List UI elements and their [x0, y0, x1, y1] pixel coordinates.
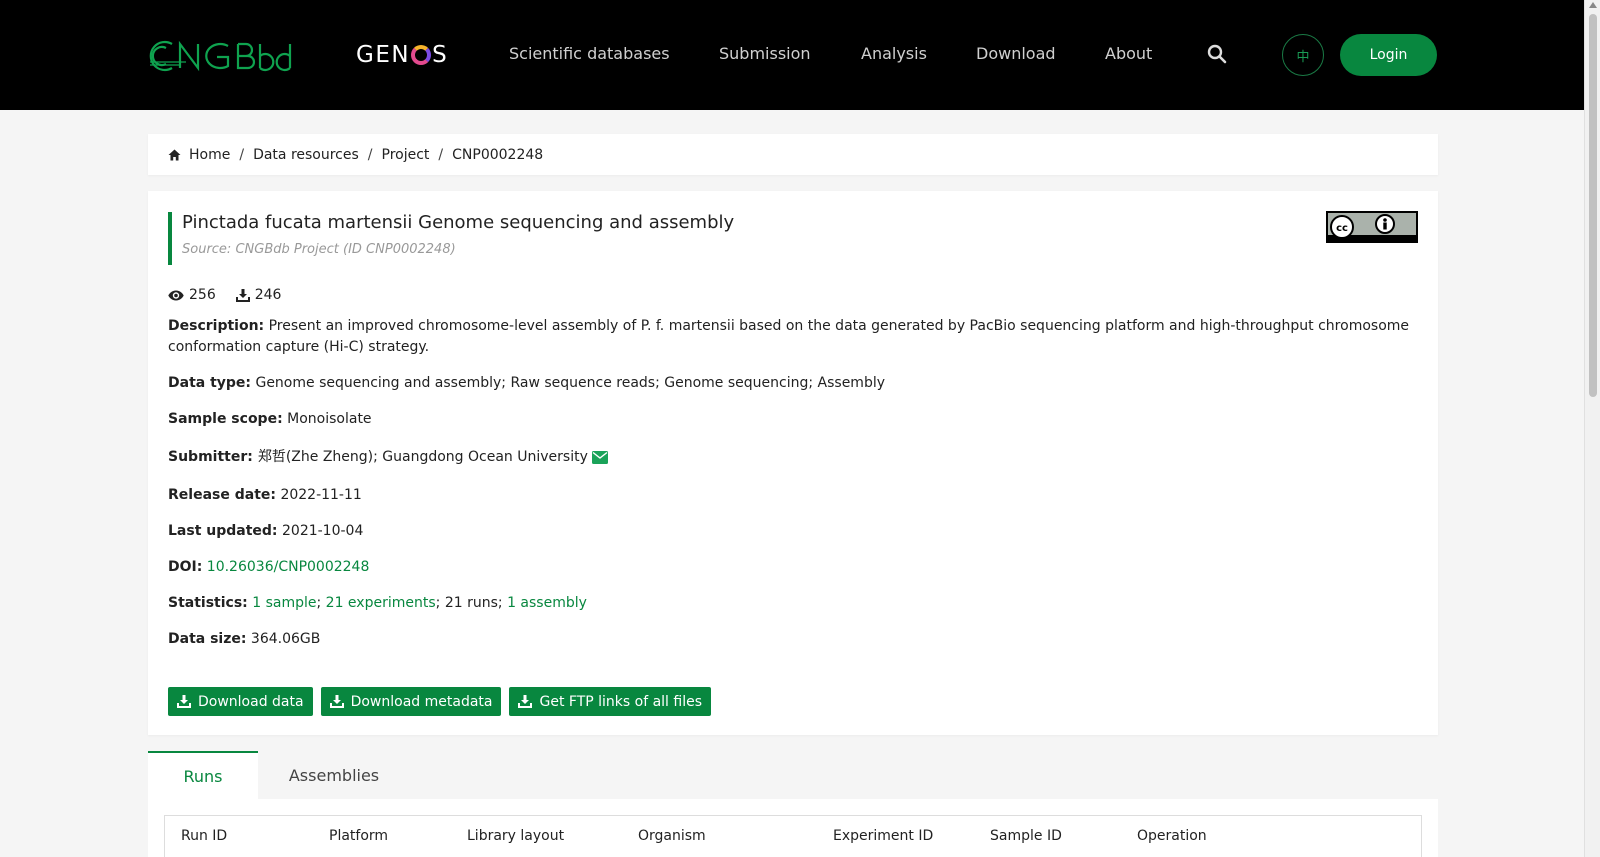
breadcrumb-separator: /: [367, 146, 373, 163]
genos-logo-suffix: S: [432, 42, 449, 68]
page-scrollbar[interactable]: [1584, 0, 1600, 857]
home-icon: [168, 149, 181, 161]
view-count: 256: [168, 287, 216, 303]
release-date-field: Release date: 2022-11-11: [168, 485, 1418, 506]
last-updated-field: Last updated: 2021-10-04: [168, 521, 1418, 542]
cc-by-license-badge[interactable]: cc: [1326, 211, 1418, 243]
data-size-field: Data size: 364.06GB: [168, 629, 1418, 650]
breadcrumb: Home / Data resources / Project / CNP000…: [148, 134, 1438, 175]
column-header-library-layout[interactable]: Library layout: [467, 828, 564, 844]
column-header-experiment-id[interactable]: Experiment ID: [833, 828, 933, 844]
genos-o-mark: [411, 45, 432, 65]
nav-analysis[interactable]: Analysis: [861, 44, 927, 63]
download-count: 246: [235, 287, 282, 303]
runs-assemblies-panel: Runs Assemblies Run ID Platform Library …: [148, 751, 1438, 857]
nav-submission[interactable]: Submission: [719, 44, 811, 63]
project-title-block: Pinctada fucata martensii Genome sequenc…: [168, 212, 734, 265]
separator: ;: [497, 595, 508, 611]
top-navigation-bar: GEN S Scientific databases Submission Ana…: [0, 0, 1584, 110]
breadcrumb-separator: /: [438, 146, 444, 163]
download-metadata-label: Download metadata: [350, 693, 493, 710]
genos-logo-prefix: GEN: [356, 42, 411, 68]
data-size-value: 364.06GB: [250, 631, 321, 647]
experiments-link[interactable]: 21 experiments: [326, 595, 436, 611]
ftp-links-button[interactable]: Get FTP links of all files: [509, 687, 712, 716]
language-toggle-button[interactable]: 中: [1282, 34, 1324, 76]
separator: ;: [435, 595, 445, 611]
sample-scope-field: Sample scope: Monoisolate: [168, 409, 1418, 430]
nav-scientific-databases[interactable]: Scientific databases: [509, 44, 670, 63]
description-field: Description: Present an improved chromos…: [168, 316, 1418, 358]
breadcrumb-project[interactable]: Project: [382, 147, 430, 163]
description-label: Description:: [168, 318, 265, 334]
column-header-platform[interactable]: Platform: [329, 828, 388, 844]
release-date-value: 2022-11-11: [280, 487, 362, 503]
download-icon: [518, 695, 533, 708]
last-updated-label: Last updated:: [168, 523, 278, 539]
scroll-up-arrow-icon[interactable]: [1589, 2, 1597, 8]
submitter-field: Submitter: 郑哲(Zhe Zheng); Guangdong Ocea…: [168, 447, 1418, 468]
samples-link[interactable]: 1 sample: [252, 595, 316, 611]
cc-by-icon: cc: [1328, 214, 1416, 241]
description-value: Present an improved chromosome-level ass…: [168, 318, 1410, 355]
genos-logo[interactable]: GEN S: [356, 42, 448, 68]
breadcrumb-current: CNP0002248: [452, 146, 544, 163]
download-count-value: 246: [254, 287, 282, 303]
eye-icon: [168, 290, 184, 300]
download-button-row: Download data Download metadata Get FTP …: [168, 687, 719, 716]
doi-label: DOI:: [168, 559, 203, 575]
submitter-value: 郑哲(Zhe Zheng); Guangdong Ocean Universit…: [257, 449, 588, 465]
scrollbar-thumb[interactable]: [1589, 14, 1597, 397]
column-header-organism[interactable]: Organism: [638, 828, 706, 844]
envelope-icon[interactable]: [591, 451, 608, 464]
search-icon[interactable]: [1207, 44, 1227, 64]
tab-runs[interactable]: Runs: [148, 751, 258, 799]
login-button[interactable]: Login: [1340, 34, 1437, 76]
project-detail-card: Pinctada fucata martensii Genome sequenc…: [148, 191, 1438, 735]
page-title: Pinctada fucata martensii Genome sequenc…: [182, 212, 735, 233]
project-stats: 256 246: [168, 287, 301, 303]
sample-scope-label: Sample scope:: [168, 411, 283, 427]
cngbdb-logo[interactable]: [146, 36, 306, 76]
download-icon: [177, 695, 191, 708]
download-data-label: Download data: [198, 693, 304, 710]
runs-count: 21 runs: [444, 595, 498, 611]
column-header-run-id[interactable]: Run ID: [181, 828, 227, 844]
tab-strip: Runs Assemblies: [148, 751, 1438, 799]
breadcrumb-home[interactable]: Home: [189, 147, 230, 163]
data-type-value: Genome sequencing and assembly; Raw sequ…: [255, 375, 886, 391]
download-icon: [329, 695, 344, 708]
nav-about[interactable]: About: [1105, 44, 1152, 63]
sample-scope-value: Monoisolate: [287, 411, 372, 427]
doi-field: DOI: 10.26036/CNP0002248: [168, 557, 1418, 578]
data-type-label: Data type:: [168, 375, 252, 391]
view-count-value: 256: [189, 287, 216, 303]
tab-assemblies[interactable]: Assemblies: [258, 751, 410, 799]
runs-table-header: Run ID Platform Library layout Organism …: [164, 815, 1422, 857]
column-header-operation[interactable]: Operation: [1137, 828, 1207, 844]
doi-link[interactable]: 10.26036/CNP0002248: [207, 559, 370, 575]
submitter-label: Submitter:: [168, 449, 253, 465]
download-metadata-button[interactable]: Download metadata: [320, 687, 502, 716]
column-header-sample-id[interactable]: Sample ID: [990, 828, 1062, 844]
release-date-label: Release date:: [168, 487, 276, 503]
breadcrumb-data-resources[interactable]: Data resources: [253, 147, 359, 163]
data-type-field: Data type: Genome sequencing and assembl…: [168, 373, 1418, 394]
breadcrumb-separator: /: [239, 146, 245, 163]
ftp-links-label: Get FTP links of all files: [539, 693, 703, 710]
download-icon: [235, 288, 250, 302]
last-updated-value: 2021-10-04: [282, 523, 364, 539]
download-data-button[interactable]: Download data: [168, 687, 313, 716]
data-size-label: Data size:: [168, 631, 247, 647]
project-source: Source: CNGBdb Project (ID CNP0002248): [182, 242, 456, 257]
svg-text:cc: cc: [1336, 223, 1348, 234]
statistics-field: Statistics: 1 sample; 21 experiments; 21…: [168, 593, 1418, 614]
statistics-label: Statistics:: [168, 595, 248, 611]
separator: ;: [316, 595, 326, 611]
assembly-link[interactable]: 1 assembly: [507, 595, 587, 611]
nav-download[interactable]: Download: [976, 44, 1056, 63]
